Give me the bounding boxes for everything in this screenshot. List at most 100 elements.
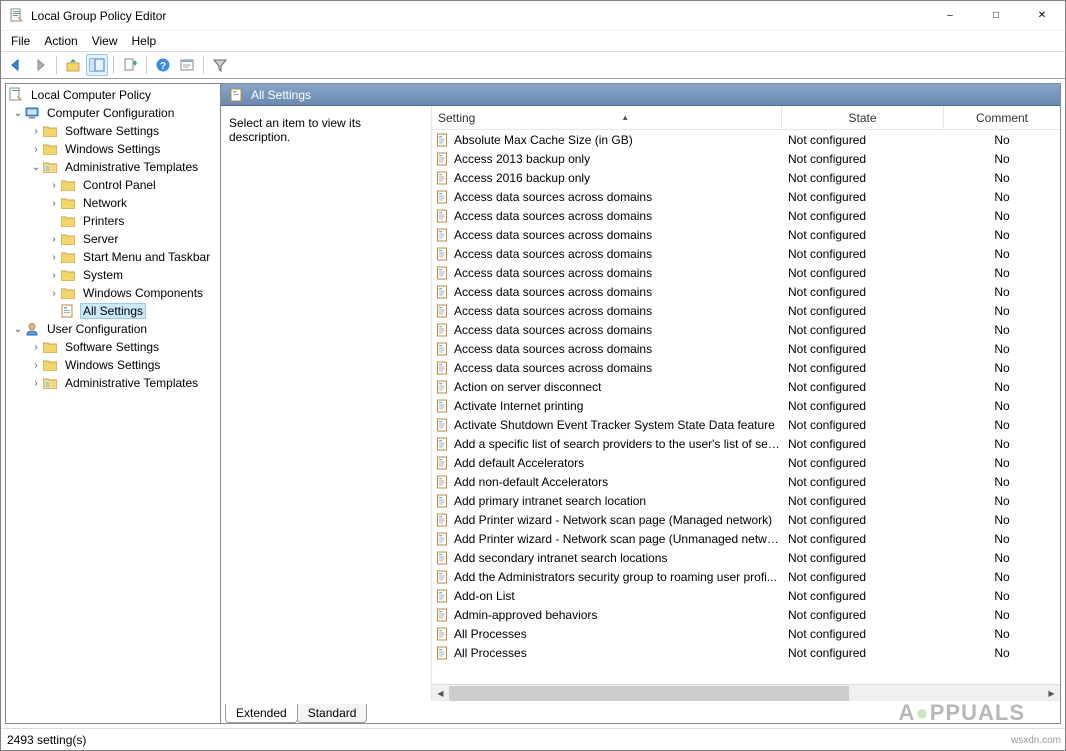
policy-item-icon xyxy=(436,247,450,261)
expand-icon[interactable]: › xyxy=(48,252,60,263)
expand-icon[interactable]: › xyxy=(48,180,60,191)
list-item[interactable]: Access data sources across domainsNot co… xyxy=(432,187,1060,206)
tree-node-uc-software[interactable]: ›Software Settings xyxy=(6,338,220,356)
list-item[interactable]: Access 2013 backup onlyNot configuredNo xyxy=(432,149,1060,168)
column-header-comment[interactable]: Comment xyxy=(944,106,1060,129)
list-item[interactable]: Activate Shutdown Event Tracker System S… xyxy=(432,415,1060,434)
tree-node-uc-admin[interactable]: ›Administrative Templates xyxy=(6,374,220,392)
tree-node-start-menu[interactable]: ›Start Menu and Taskbar xyxy=(6,248,220,266)
list-item[interactable]: Access data sources across domainsNot co… xyxy=(432,244,1060,263)
tree-node-all-settings[interactable]: All Settings xyxy=(6,302,220,320)
console-tree[interactable]: Local Computer Policy ⌄ Computer Configu… xyxy=(5,83,221,724)
collapse-icon[interactable]: ⌄ xyxy=(30,162,42,173)
policy-item-icon xyxy=(436,646,450,660)
tree-node-printers[interactable]: Printers xyxy=(6,212,220,230)
up-level-button[interactable] xyxy=(62,54,84,76)
list-item[interactable]: Access 2016 backup onlyNot configuredNo xyxy=(432,168,1060,187)
scroll-thumb[interactable] xyxy=(449,686,849,701)
computer-icon xyxy=(24,105,40,121)
properties-button[interactable] xyxy=(176,54,198,76)
tree-node-system[interactable]: ›System xyxy=(6,266,220,284)
list-item[interactable]: Activate Internet printingNot configured… xyxy=(432,396,1060,415)
expand-icon[interactable]: › xyxy=(30,126,42,137)
list-item[interactable]: Add non-default AcceleratorsNot configur… xyxy=(432,472,1060,491)
policy-item-icon xyxy=(436,361,450,375)
menu-view[interactable]: View xyxy=(92,34,118,48)
tab-standard[interactable]: Standard xyxy=(297,704,368,723)
list-item[interactable]: Access data sources across domainsNot co… xyxy=(432,225,1060,244)
export-button[interactable] xyxy=(119,54,141,76)
list-item[interactable]: Access data sources across domainsNot co… xyxy=(432,339,1060,358)
menu-file[interactable]: File xyxy=(11,34,30,48)
list-item[interactable]: Access data sources across domainsNot co… xyxy=(432,320,1060,339)
list-item[interactable]: Access data sources across domainsNot co… xyxy=(432,301,1060,320)
expand-icon[interactable]: › xyxy=(30,360,42,371)
minimize-button[interactable]: – xyxy=(927,1,973,31)
list-item[interactable]: Add-on ListNot configuredNo xyxy=(432,586,1060,605)
list-item[interactable]: Action on server disconnectNot configure… xyxy=(432,377,1060,396)
tree-node-control-panel[interactable]: ›Control Panel xyxy=(6,176,220,194)
tree-node-windows-components[interactable]: › Windows Components xyxy=(6,284,220,302)
user-icon xyxy=(24,321,40,337)
list-item[interactable]: Add Printer wizard - Network scan page (… xyxy=(432,529,1060,548)
tree-node-computer-config[interactable]: ⌄ Computer Configuration xyxy=(6,104,220,122)
expand-icon[interactable]: › xyxy=(30,144,42,155)
list-item[interactable]: Add the Administrators security group to… xyxy=(432,567,1060,586)
back-button[interactable] xyxy=(5,54,27,76)
tree-node-network[interactable]: ›Network xyxy=(6,194,220,212)
column-label: State xyxy=(848,111,876,125)
list-item[interactable]: Add default AcceleratorsNot configuredNo xyxy=(432,453,1060,472)
maximize-button[interactable]: □ xyxy=(973,1,1019,31)
help-button[interactable]: ? xyxy=(152,54,174,76)
list-item[interactable]: Add a specific list of search providers … xyxy=(432,434,1060,453)
expand-icon[interactable]: › xyxy=(48,270,60,281)
list-item[interactable]: All ProcessesNot configuredNo xyxy=(432,624,1060,643)
expand-icon[interactable]: › xyxy=(48,234,60,245)
close-button[interactable]: ✕ xyxy=(1019,1,1065,31)
list-body[interactable]: Absolute Max Cache Size (in GB)Not confi… xyxy=(432,130,1060,684)
list-item[interactable]: Add secondary intranet search locationsN… xyxy=(432,548,1060,567)
list-item[interactable]: All ProcessesNot configuredNo xyxy=(432,643,1060,662)
setting-comment: No xyxy=(944,627,1060,641)
list-item[interactable]: Access data sources across domainsNot co… xyxy=(432,282,1060,301)
collapse-icon[interactable]: ⌄ xyxy=(12,108,24,119)
setting-state: Not configured xyxy=(782,266,944,280)
column-header-state[interactable]: State xyxy=(782,106,944,129)
tree-node-server[interactable]: ›Server xyxy=(6,230,220,248)
scroll-right-button[interactable]: ▶ xyxy=(1043,685,1060,702)
tree-node-user-config[interactable]: ⌄User Configuration xyxy=(6,320,220,338)
forward-button[interactable] xyxy=(29,54,51,76)
tree-node-root[interactable]: Local Computer Policy xyxy=(6,86,220,104)
titlebar: Local Group Policy Editor – □ ✕ xyxy=(1,1,1065,31)
tree-node-software-settings[interactable]: ›Software Settings xyxy=(6,122,220,140)
folder-icon xyxy=(60,195,76,211)
tree-node-uc-windows[interactable]: ›Windows Settings xyxy=(6,356,220,374)
expand-icon[interactable]: › xyxy=(30,342,42,353)
show-hide-tree-button[interactable] xyxy=(86,54,108,76)
column-header-setting[interactable]: Setting ▲ xyxy=(432,106,782,129)
setting-comment: No xyxy=(944,304,1060,318)
list-item[interactable]: Add primary intranet search locationNot … xyxy=(432,491,1060,510)
list-item[interactable]: Absolute Max Cache Size (in GB)Not confi… xyxy=(432,130,1060,149)
filter-button[interactable] xyxy=(209,54,231,76)
list-item[interactable]: Access data sources across domainsNot co… xyxy=(432,358,1060,377)
list-item[interactable]: Add Printer wizard - Network scan page (… xyxy=(432,510,1060,529)
tab-extended[interactable]: Extended xyxy=(225,704,298,723)
expand-icon[interactable]: › xyxy=(30,378,42,389)
scroll-left-button[interactable]: ◀ xyxy=(432,685,449,702)
expand-icon[interactable]: › xyxy=(48,288,60,299)
list-item[interactable]: Access data sources across domainsNot co… xyxy=(432,206,1060,225)
tree-node-windows-settings[interactable]: ›Windows Settings xyxy=(6,140,220,158)
horizontal-scrollbar[interactable]: ◀ ▶ xyxy=(432,684,1060,701)
expand-icon[interactable]: › xyxy=(48,198,60,209)
setting-comment: No xyxy=(944,380,1060,394)
settings-list[interactable]: Setting ▲ State Comment Absolute Max Cac… xyxy=(431,106,1060,701)
menu-action[interactable]: Action xyxy=(44,34,77,48)
policy-item-icon xyxy=(436,152,450,166)
tree-node-admin-templates[interactable]: ⌄Administrative Templates xyxy=(6,158,220,176)
menu-help[interactable]: Help xyxy=(132,34,157,48)
tree-label: Windows Components xyxy=(80,285,206,301)
collapse-icon[interactable]: ⌄ xyxy=(12,324,24,335)
list-item[interactable]: Access data sources across domainsNot co… xyxy=(432,263,1060,282)
list-item[interactable]: Admin-approved behaviorsNot configuredNo xyxy=(432,605,1060,624)
